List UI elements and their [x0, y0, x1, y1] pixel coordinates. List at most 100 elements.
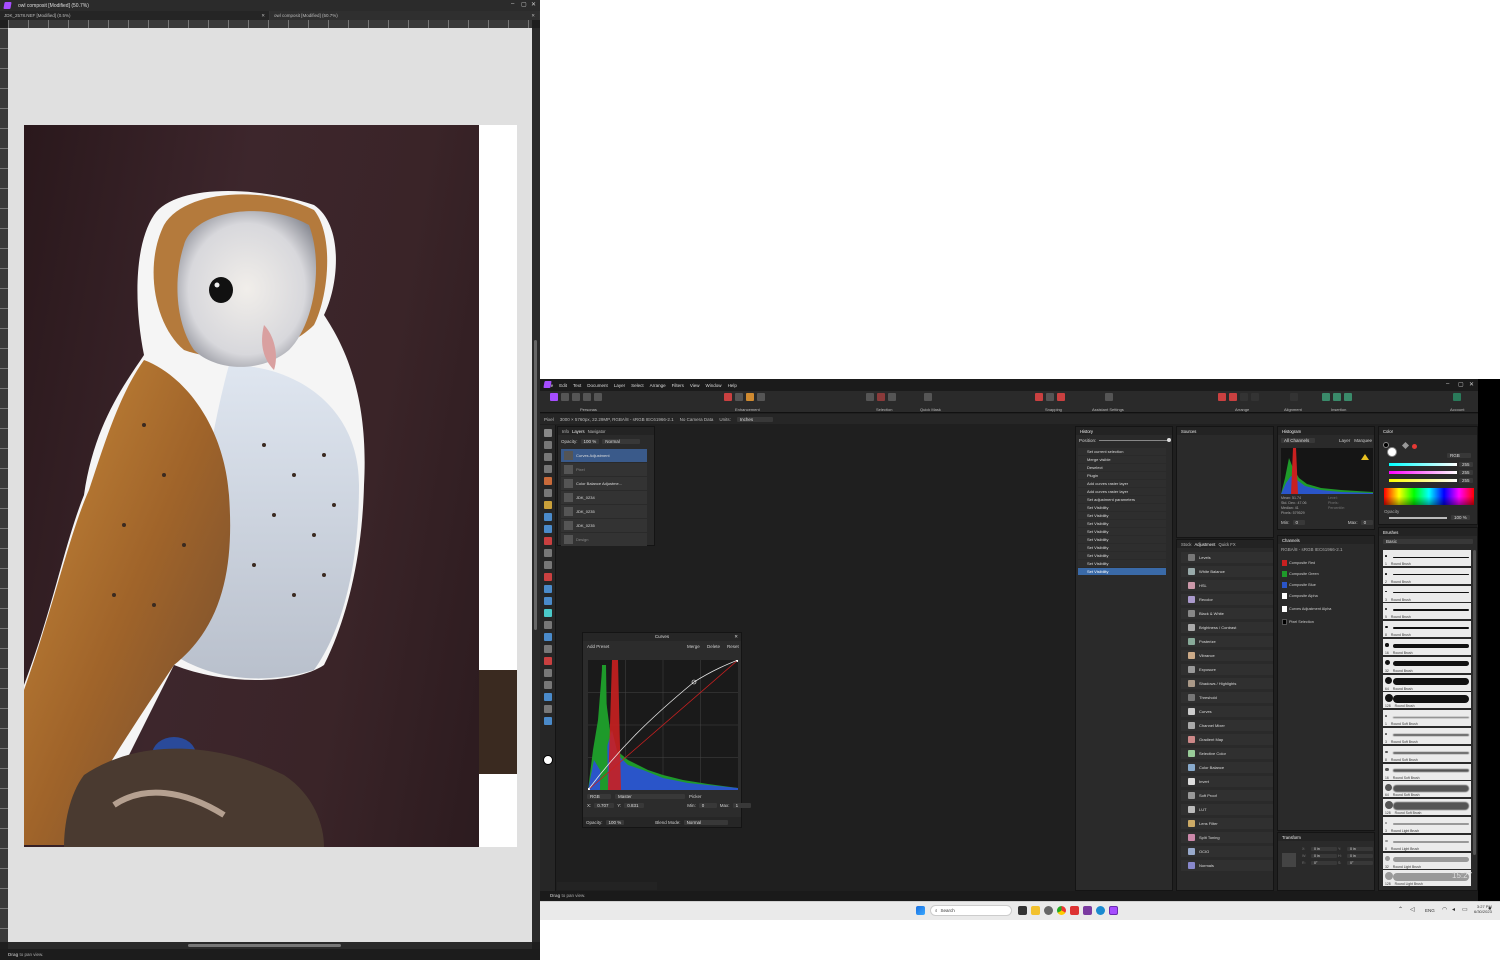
history-item[interactable]: Set Visibility [1078, 520, 1166, 527]
transform-x-input[interactable]: 0 in [1311, 847, 1337, 851]
view-tool-icon[interactable] [544, 429, 552, 437]
history-item[interactable]: Set Visibility [1078, 560, 1166, 567]
history-item[interactable]: Set Visibility [1078, 536, 1166, 543]
marquee-tool-icon[interactable] [544, 501, 552, 509]
crop-tool-icon[interactable] [544, 465, 552, 473]
edge-icon[interactable] [1096, 906, 1105, 915]
photo-app-icon[interactable] [1109, 906, 1118, 915]
curves-opacity-value[interactable]: 100 % [605, 819, 625, 825]
primary-color-circle[interactable] [1387, 447, 1397, 457]
menu-text[interactable]: Text [573, 383, 581, 388]
menu-layer[interactable]: Layer [614, 383, 625, 388]
tab-stock[interactable]: Stock [1181, 542, 1191, 547]
arrange-front-icon[interactable] [1251, 393, 1259, 401]
gradient-tool-icon[interactable] [544, 657, 552, 665]
add-preset-button[interactable]: Add Preset [587, 644, 609, 649]
color-opacity-value[interactable]: 100 % [1451, 515, 1470, 520]
brush-item[interactable]: 64 Round Soft Brush [1383, 781, 1471, 798]
history-item[interactable]: Set adjustment parameters [1078, 496, 1166, 503]
invert-selection-icon[interactable] [888, 393, 896, 401]
layer-row[interactable]: Design [561, 533, 647, 546]
task-view-icon[interactable] [1018, 906, 1027, 915]
history-item[interactable]: Add curves raster layer [1078, 480, 1166, 487]
anchor-icon[interactable] [1282, 853, 1296, 867]
move-tool-icon[interactable] [544, 441, 552, 449]
adjustment-item[interactable]: Brightness / Contrast [1181, 622, 1273, 633]
arrange-backward-icon[interactable] [1229, 393, 1237, 401]
history-item[interactable]: Set Visibility [1078, 504, 1166, 511]
insert-inside-icon[interactable] [1344, 393, 1352, 401]
units-dropdown[interactable]: Inches [736, 416, 773, 422]
curves-close-icon[interactable]: ✕ [734, 633, 738, 641]
adjustment-item[interactable]: Lens Filter [1181, 818, 1273, 829]
merge-button[interactable]: Merge [687, 644, 700, 649]
battery-icon[interactable]: ▭ [1462, 906, 1468, 913]
history-item[interactable]: Set current selection [1078, 448, 1166, 455]
chrome-icon[interactable] [1057, 906, 1066, 915]
brush-item[interactable]: 8 Round Light Brush [1383, 834, 1471, 851]
adjustment-item[interactable]: Threshold [1181, 692, 1273, 703]
histogram-layer-option[interactable]: Layer [1339, 438, 1350, 443]
transform-s-input[interactable]: 0° [1347, 861, 1373, 865]
insert-behind-icon[interactable] [1322, 393, 1330, 401]
snapping-options-icon[interactable] [1057, 393, 1065, 401]
language-indicator[interactable]: ENG [1425, 908, 1435, 913]
transform-y-input[interactable]: 0 in [1347, 847, 1373, 851]
text-tool-icon[interactable] [544, 645, 552, 653]
brush-item[interactable]: 1 Round Brush [1383, 550, 1471, 566]
location-icon[interactable]: ◁ [1410, 906, 1415, 913]
layer-row[interactable]: Pixel [561, 463, 647, 476]
brush-item[interactable]: 8 Round Brush [1383, 621, 1471, 638]
menu-window[interactable]: Window [706, 383, 722, 388]
curves-graph[interactable] [588, 660, 738, 790]
minimize-icon[interactable]: – [511, 1, 514, 7]
tone-map-persona-icon[interactable] [583, 393, 591, 401]
brushes-scrollbar[interactable] [1473, 550, 1476, 855]
tab-owl-composit[interactable]: owl composit [Modified] (50.7%) ✕ [270, 11, 540, 20]
history-item[interactable]: Plugin [1078, 472, 1166, 479]
reset-button[interactable]: Reset [727, 644, 739, 649]
blue-slider[interactable] [1389, 479, 1457, 482]
channel-row[interactable]: Pixel Selection [1281, 618, 1369, 626]
blemish-icon[interactable] [544, 585, 552, 593]
green-value[interactable]: 255 [1459, 470, 1473, 475]
delete-button[interactable]: Delete [707, 644, 720, 649]
color-spectrum[interactable] [1384, 488, 1474, 505]
adjustment-item[interactable]: LUT [1181, 804, 1273, 815]
hand-tool-icon[interactable] [544, 717, 552, 725]
channel-row[interactable]: Composite Alpha [1281, 592, 1369, 600]
layer-row[interactable]: Color Balance Adjustme... [561, 477, 647, 490]
adjustment-item[interactable]: Recolor [1181, 594, 1273, 605]
history-item[interactable]: Deselect [1078, 464, 1166, 471]
chevron-up-icon[interactable]: ⌃ [1398, 906, 1403, 913]
search-box[interactable]: ⌕ Search [930, 905, 1012, 916]
shape-tool-icon[interactable] [544, 633, 552, 641]
tab-nef[interactable]: JDK_2578.NEF [Modified] (0.5%) ✕ [0, 11, 270, 20]
adjustment-item[interactable]: Color Balance [1181, 762, 1273, 773]
histogram-channel-dropdown[interactable]: All Channels [1281, 438, 1315, 443]
tab-close-icon[interactable]: ✕ [261, 11, 265, 20]
brush-item[interactable]: 3 Round Soft Brush [1383, 728, 1471, 744]
blue-value[interactable]: 255 [1459, 478, 1473, 483]
color-model-dropdown[interactable]: RGB [1447, 453, 1471, 458]
paint-brush-icon[interactable] [544, 525, 552, 533]
menu-arrange[interactable]: Arrange [650, 383, 666, 388]
menu-view[interactable]: View [690, 383, 700, 388]
brush-item[interactable]: 16 Round Brush [1383, 639, 1471, 655]
brush-item[interactable]: 128 Round Soft Brush [1383, 799, 1471, 816]
arrange-forward-icon[interactable] [1240, 393, 1248, 401]
node-tool-icon[interactable] [544, 621, 552, 629]
eyedropper-icon[interactable] [1401, 441, 1410, 450]
maximize-icon[interactable]: ▢ [1458, 381, 1464, 388]
brush-category-dropdown[interactable]: Basic [1383, 539, 1473, 544]
tab-layers[interactable]: Layers [572, 429, 585, 434]
dodge-brush-icon[interactable] [544, 549, 552, 557]
adjustment-item[interactable]: Gradient Map [1181, 734, 1273, 745]
arrange-back-icon[interactable] [1218, 393, 1226, 401]
app-icon[interactable] [1070, 906, 1079, 915]
adjustment-item[interactable]: Soft Proof [1181, 790, 1273, 801]
photo-persona-icon[interactable] [550, 393, 558, 401]
account-icon[interactable] [1453, 393, 1461, 401]
curves-max-input[interactable]: 1 [732, 803, 751, 808]
smudge-icon[interactable] [544, 597, 552, 605]
